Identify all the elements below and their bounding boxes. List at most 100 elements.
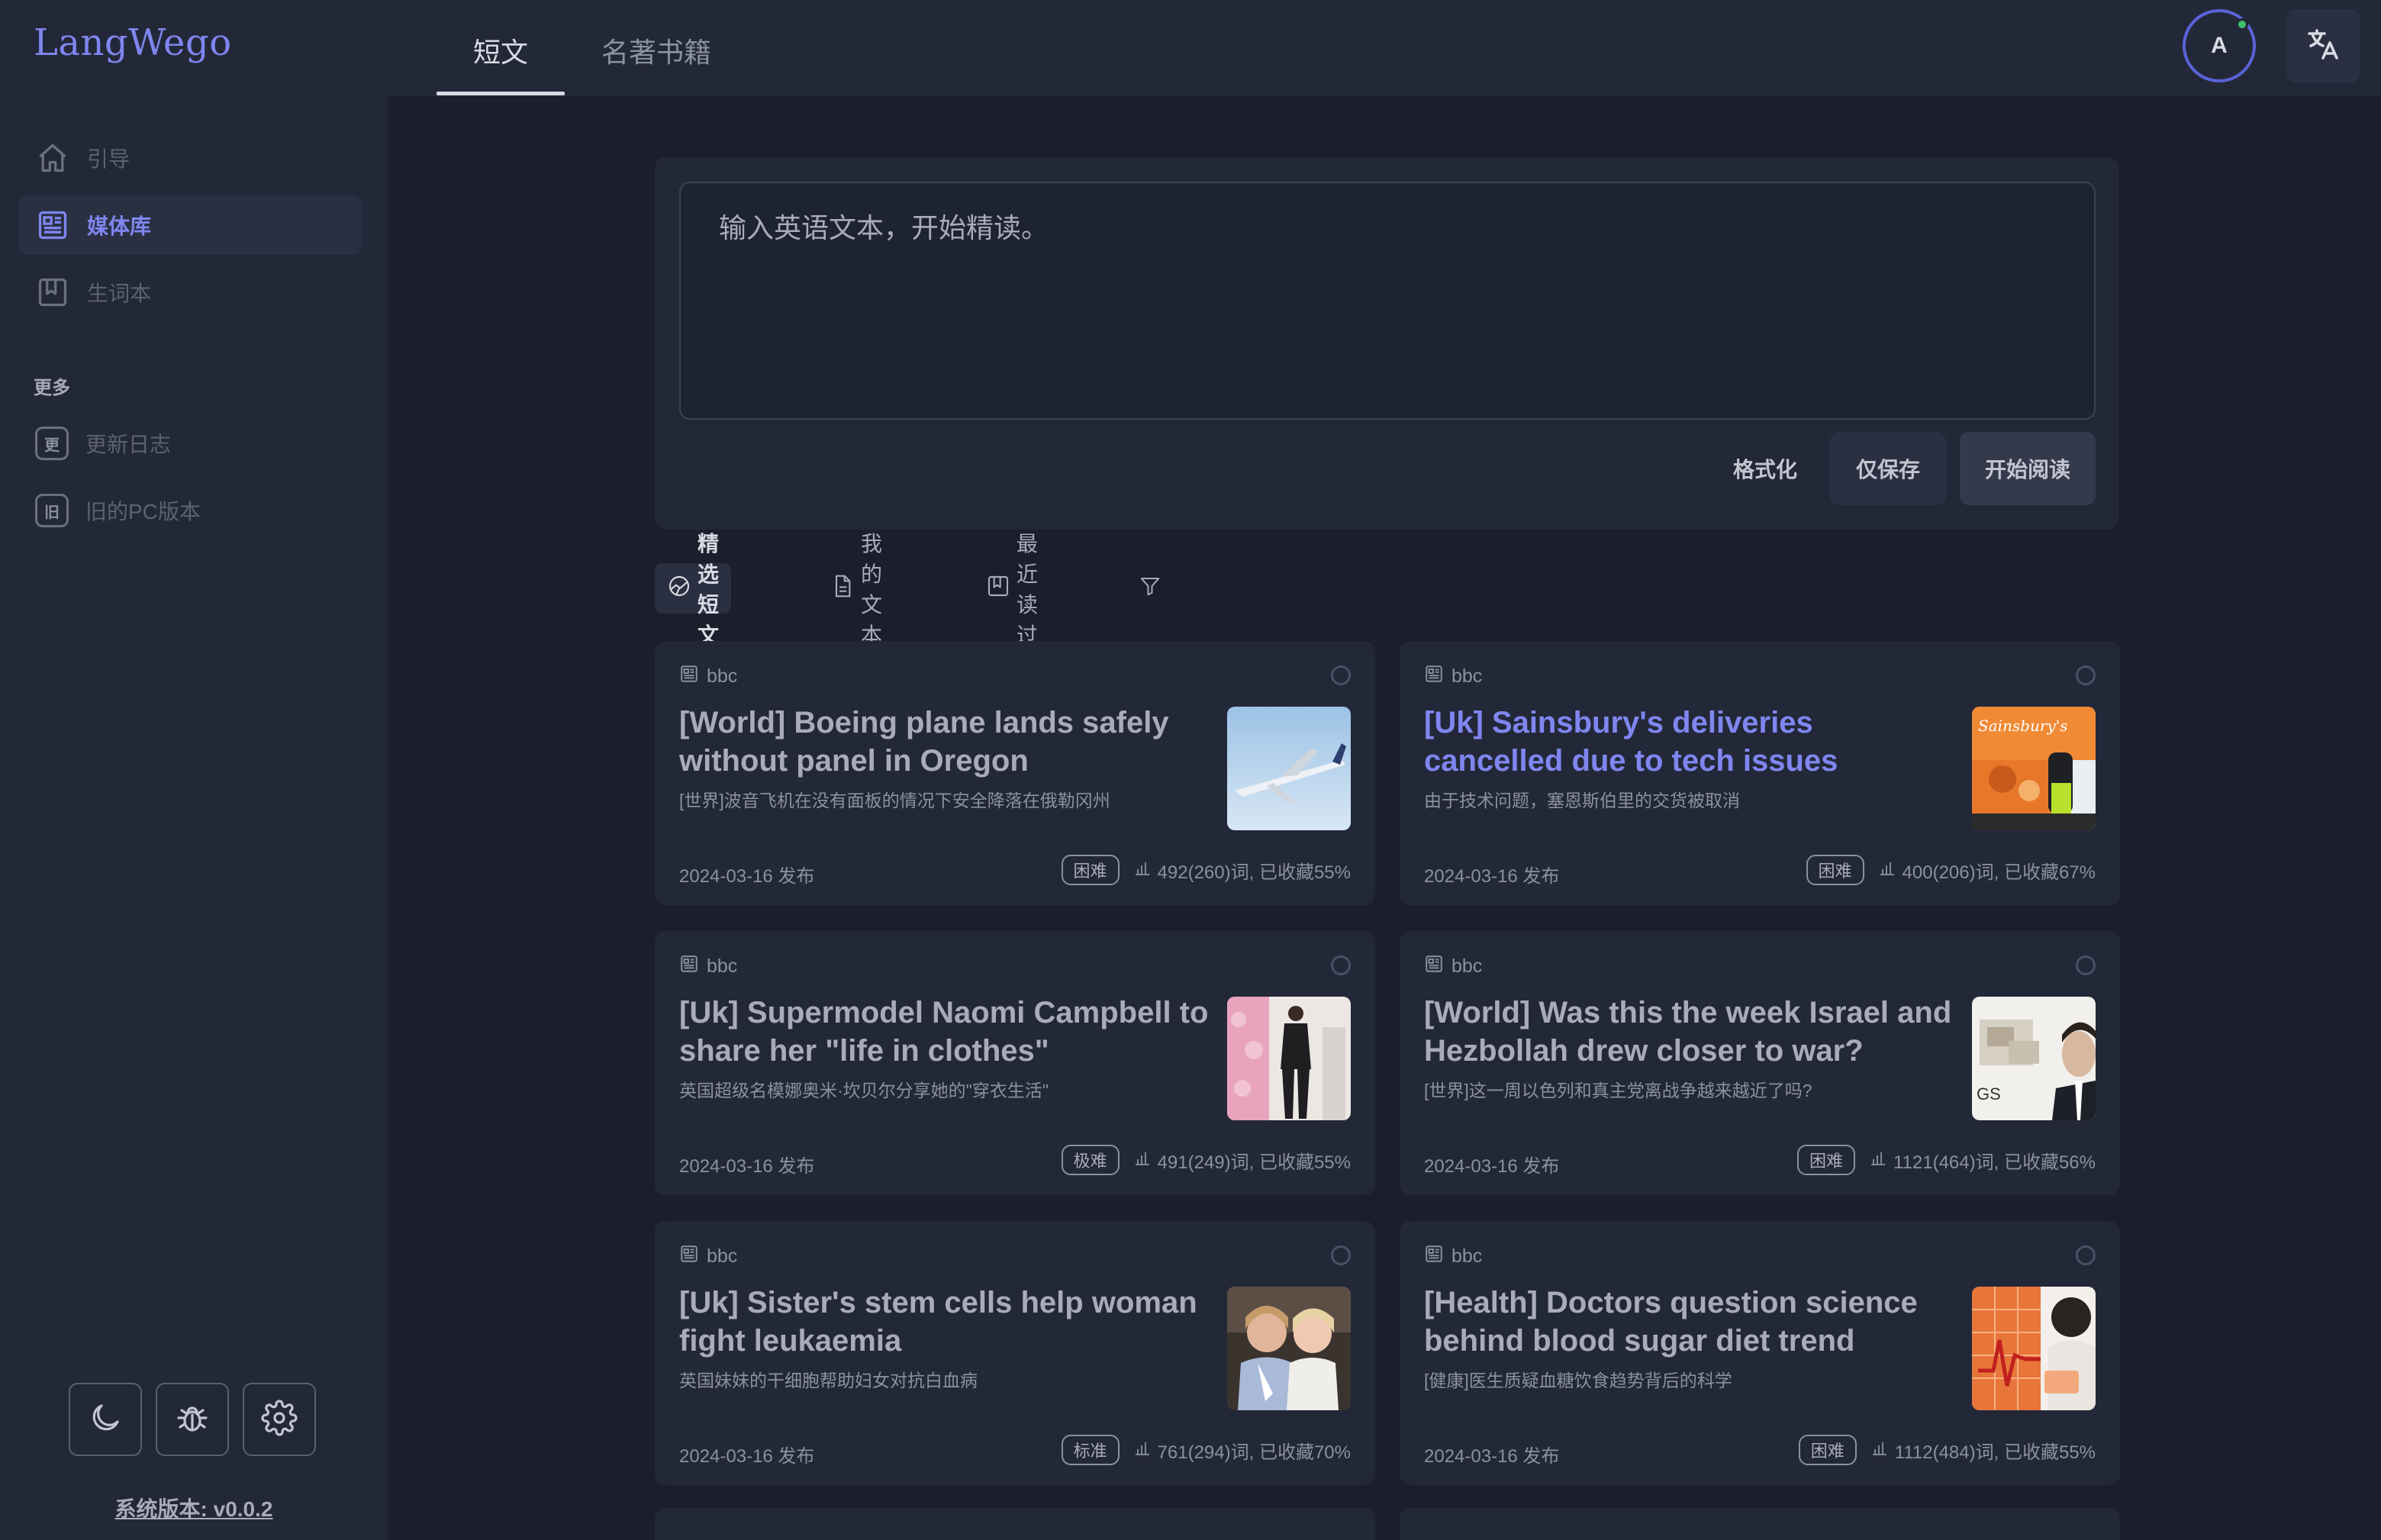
sidebar-item-label: 引导 (87, 147, 130, 171)
article-card[interactable]: bbc [Uk] Sister's stem cells help woman … (655, 1221, 1375, 1485)
difficulty-badge: 标准 (1061, 1435, 1120, 1465)
debug-button[interactable] (156, 1383, 229, 1456)
word-stats: 1112(484)词, 已收藏55% (1870, 1437, 2096, 1464)
news-source-icon (679, 954, 699, 979)
article-card[interactable]: bbc [World] Was this the week Israel and… (1400, 931, 2120, 1195)
sidebar-bottom-toolbar (69, 1383, 316, 1456)
select-radio[interactable] (2076, 665, 2096, 685)
word-stats-text: 1121(464)词, 已收藏56% (1893, 1152, 2096, 1173)
start-reading-button[interactable]: 开始阅读 (1960, 432, 2096, 505)
article-meta: 困难 1121(464)词, 已收藏56% (1796, 1145, 2096, 1175)
article-title-translation: [健康]医生质疑血糖饮食趋势背后的科学 (1424, 1371, 1732, 1390)
language-button[interactable] (2286, 9, 2360, 82)
article-source: bbc (679, 664, 737, 689)
word-stats-text: 1112(484)词, 已收藏55% (1894, 1442, 2096, 1463)
app-logo[interactable]: LangWego (34, 21, 232, 64)
bar-chart-icon (1133, 859, 1152, 882)
article-title[interactable]: [Health] Doctors question science behind… (1424, 1284, 1958, 1360)
bar-chart-icon (1133, 1439, 1152, 1462)
article-date: 2024-03-16 发布 (679, 1156, 815, 1177)
bar-chart-icon (1878, 859, 1896, 882)
featured-icon (667, 574, 691, 604)
filter-tab-recent[interactable]: 最近读过 (974, 532, 1050, 647)
word-stats: 491(249)词, 已收藏55% (1133, 1147, 1351, 1174)
english-text-input[interactable]: 输入英语文本，开始精读。 (679, 182, 2096, 420)
article-card-partial[interactable] (1400, 1508, 2120, 1540)
dark-mode-button[interactable] (69, 1383, 142, 1456)
online-status-dot (2236, 18, 2248, 31)
article-title[interactable]: [Uk] Sister's stem cells help woman figh… (679, 1284, 1213, 1360)
sainsburys-truck-thumbnail: Sainsbury's (1972, 707, 2096, 830)
sidebar-item-label: 更新日志 (85, 433, 172, 456)
select-radio[interactable] (2076, 955, 2096, 975)
article-meta: 极难 491(249)词, 已收藏55% (1061, 1145, 1351, 1175)
word-stats-text: 400(206)词, 已收藏67% (1902, 862, 2096, 883)
word-stats-text: 492(260)词, 已收藏55% (1157, 862, 1351, 883)
sidebar: LangWego 引导 媒体库 生词本 更多 更 更新日志 旧 旧的PC版本 系… (0, 0, 388, 1540)
select-radio[interactable] (1331, 1245, 1351, 1265)
article-meta: 困难 1112(484)词, 已收藏55% (1798, 1435, 2096, 1465)
article-title-translation: 由于技术问题，塞恩斯伯里的交货被取消 (1424, 791, 1740, 810)
moon-icon (87, 1400, 124, 1440)
article-source: bbc (679, 1244, 737, 1269)
thumbnail-text: GS (1977, 1084, 2001, 1103)
article-meta: 标准 761(294)词, 已收藏70% (1061, 1435, 1351, 1465)
blood-sugar-thumbnail (1972, 1287, 2096, 1410)
article-source-label: bbc (707, 1245, 738, 1267)
select-radio[interactable] (1331, 665, 1351, 685)
gear-icon (261, 1399, 298, 1440)
text-input-panel: 输入英语文本，开始精读。 格式化 仅保存 开始阅读 (655, 157, 2118, 530)
filter-tab-label: 最近读过 (1017, 532, 1039, 647)
article-title-translation: [世界]这一周以色列和真主党离战争越来越近了吗? (1424, 1081, 1812, 1100)
article-meta: 困难 492(260)词, 已收藏55% (1061, 855, 1351, 885)
bar-chart-icon (1869, 1149, 1887, 1172)
format-button[interactable]: 格式化 (1716, 432, 1815, 505)
old-version-icon: 旧 (35, 494, 69, 527)
select-radio[interactable] (1331, 955, 1351, 975)
sidebar-item-wordbook[interactable]: 生词本 (18, 263, 362, 322)
difficulty-badge: 极难 (1061, 1145, 1120, 1175)
difficulty-badge: 困难 (1796, 1145, 1855, 1175)
article-title[interactable]: [World] Boeing plane lands safely withou… (679, 704, 1213, 780)
article-date: 2024-03-16 发布 (1424, 1446, 1560, 1467)
sidebar-item-guide[interactable]: 引导 (18, 128, 362, 188)
article-source-label: bbc (1451, 1245, 1483, 1267)
article-card-partial[interactable] (655, 1508, 1375, 1540)
article-card[interactable]: bbc [Uk] Supermodel Naomi Campbell to sh… (655, 931, 1375, 1195)
tab-short-articles[interactable]: 短文 (473, 31, 528, 70)
settings-button[interactable] (243, 1383, 316, 1456)
article-title[interactable]: [Uk] Supermodel Naomi Campbell to share … (679, 994, 1213, 1070)
article-source: bbc (1424, 1244, 1482, 1269)
select-radio[interactable] (2076, 1245, 2096, 1265)
article-meta: 困难 400(206)词, 已收藏67% (1806, 855, 2096, 885)
article-date: 2024-03-16 发布 (679, 866, 815, 887)
filter-tab-featured[interactable]: 精选短文 (655, 532, 732, 647)
filter-tab-my-texts[interactable]: 我的文本 (818, 532, 894, 647)
airplane-thumbnail (1227, 707, 1351, 830)
tab-classic-books[interactable]: 名著书籍 (601, 31, 711, 70)
word-stats: 761(294)词, 已收藏70% (1133, 1437, 1351, 1464)
word-stats-text: 761(294)词, 已收藏70% (1157, 1442, 1351, 1463)
difficulty-badge: 困难 (1798, 1435, 1857, 1465)
article-title[interactable]: [World] Was this the week Israel and Hez… (1424, 994, 1958, 1070)
article-title[interactable]: [Uk] Sainsbury's deliveries cancelled du… (1424, 704, 1958, 780)
word-stats-text: 491(249)词, 已收藏55% (1157, 1152, 1351, 1173)
article-card[interactable]: bbc [Health] Doctors question science be… (1400, 1221, 2120, 1485)
article-date: 2024-03-16 发布 (679, 1446, 815, 1467)
translate-icon (2305, 26, 2341, 66)
sidebar-item-changelog[interactable]: 更 更新日志 (18, 414, 362, 473)
save-only-button[interactable]: 仅保存 (1830, 432, 1946, 505)
sidebar-item-label: 旧的PC版本 (85, 500, 201, 524)
word-stats: 492(260)词, 已收藏55% (1133, 857, 1351, 884)
article-card[interactable]: bbc [World] Boeing plane lands safely wi… (655, 641, 1375, 905)
top-bar: 短文 名著书籍 (388, 0, 2381, 96)
sidebar-item-old-version[interactable]: 旧 旧的PC版本 (18, 481, 362, 540)
section-title-more: 更多 (34, 378, 70, 398)
article-card[interactable]: bbc [Uk] Sainsbury's deliveries cancelle… (1400, 641, 2120, 905)
funnel-icon (1139, 575, 1162, 603)
article-source: bbc (1424, 954, 1482, 979)
sidebar-item-media-library[interactable]: 媒体库 (18, 195, 362, 255)
article-title-translation: [世界]波音飞机在没有面板的情况下安全降落在俄勒冈州 (679, 791, 1110, 810)
filter-button[interactable] (1126, 563, 1174, 614)
system-version-link[interactable]: 系统版本: v0.0.2 (0, 1493, 388, 1523)
